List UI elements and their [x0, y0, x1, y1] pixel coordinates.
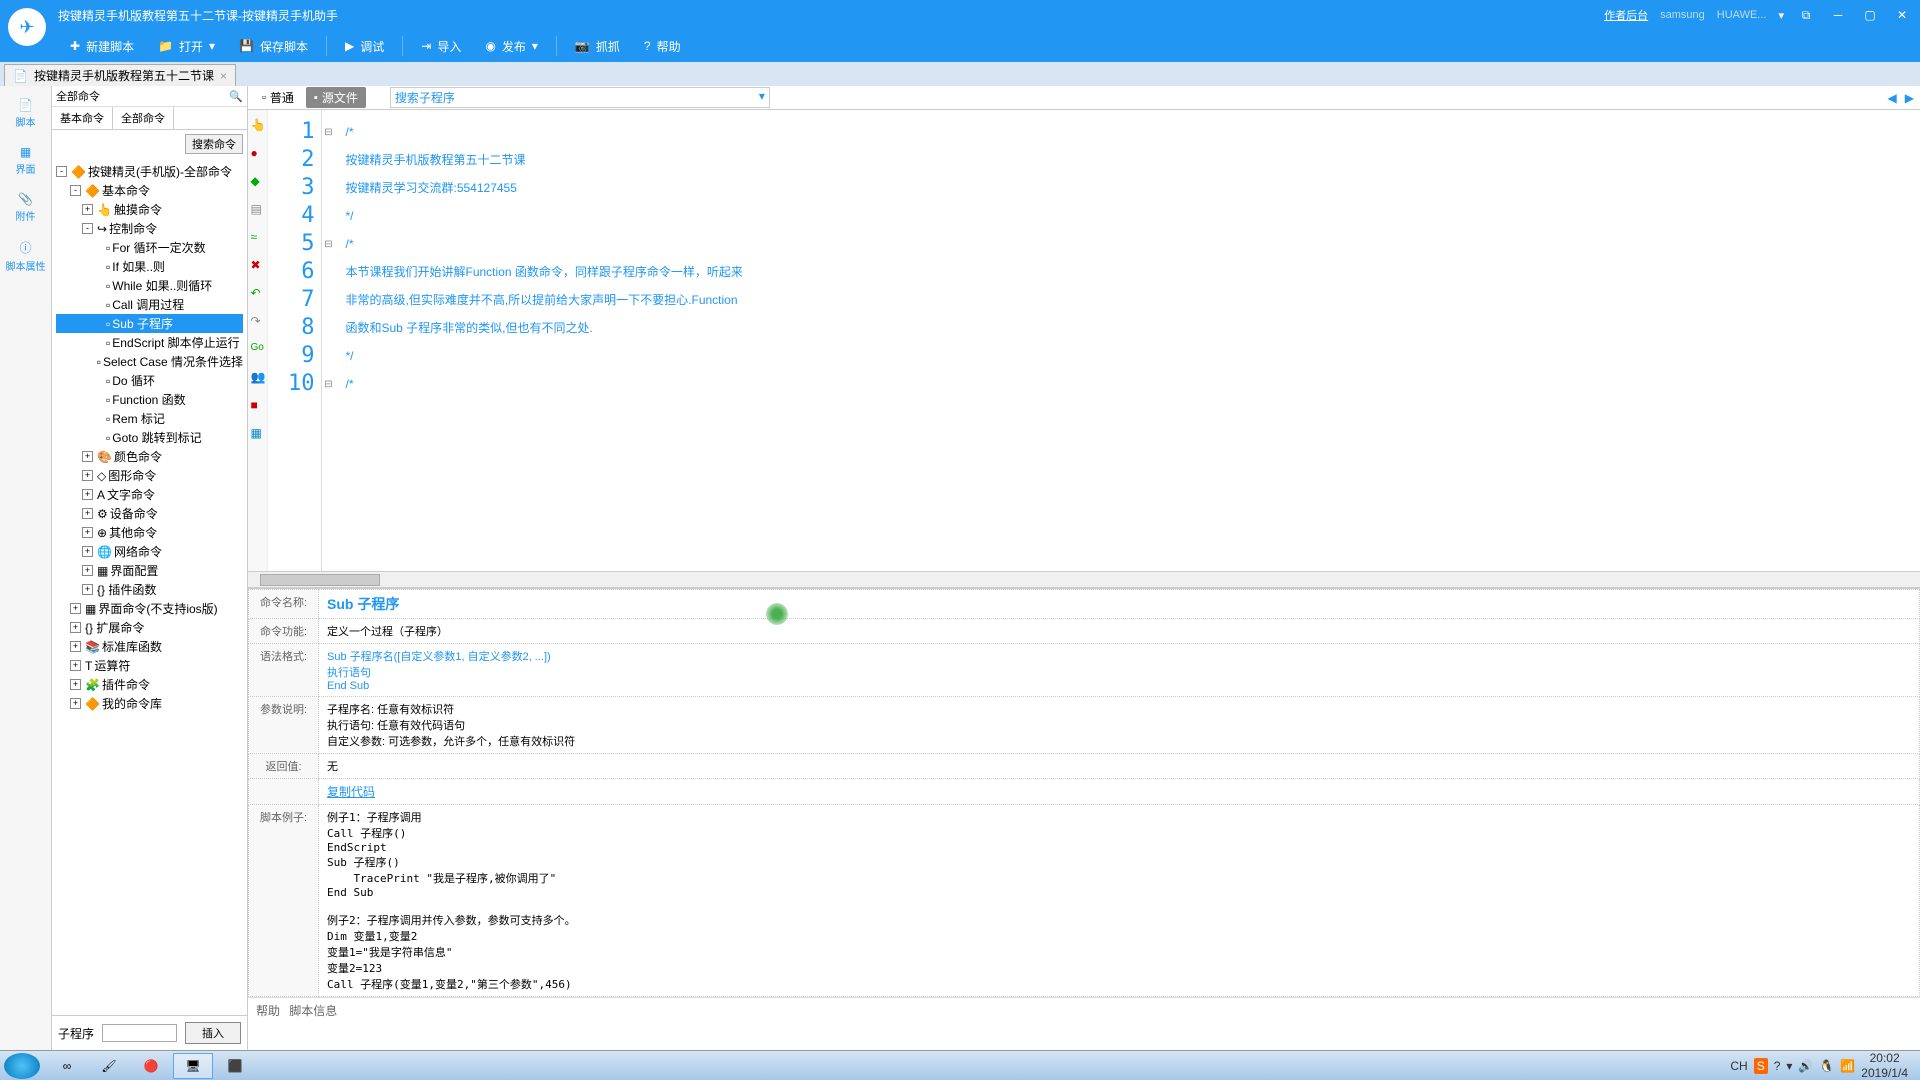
author-link[interactable]: 作者后台: [1604, 7, 1648, 23]
gutter-tool-10[interactable]: ■: [251, 398, 265, 412]
line-numbers: 12345678910: [268, 110, 322, 571]
import-button[interactable]: ⇥导入: [411, 34, 471, 59]
plus-icon: ✚: [70, 39, 80, 53]
start-button[interactable]: [4, 1053, 40, 1079]
device-2[interactable]: HUAWE...: [1717, 9, 1767, 21]
gutter-tool-1[interactable]: 👆: [251, 118, 265, 132]
tray-icon-3[interactable]: 🔊: [1798, 1059, 1813, 1073]
tray-s-icon[interactable]: S: [1754, 1058, 1768, 1074]
task-icon-1[interactable]: ∞: [47, 1053, 87, 1079]
gutter-tool-7[interactable]: ↶: [251, 286, 265, 300]
nav-prev-icon[interactable]: ◀: [1888, 91, 1897, 105]
ui-icon: ▦: [20, 145, 31, 159]
sub-name-input[interactable]: [102, 1024, 177, 1042]
publish-button[interactable]: ◉发布▾: [475, 34, 548, 59]
device-dropdown-icon[interactable]: ▾: [1778, 9, 1784, 22]
task-icon-5[interactable]: ⬛: [215, 1053, 255, 1079]
info-scriptinfo-tab[interactable]: 脚本信息: [289, 1004, 337, 1018]
mouse-cursor: [766, 603, 788, 625]
cmd-name: Sub 子程序: [327, 596, 399, 612]
script-icon: 📄: [18, 98, 33, 112]
help-icon: ?: [644, 39, 651, 53]
window-title: 按键精灵手机版教程第五十二节课-按键精灵手机助手: [58, 7, 338, 24]
tab-close-icon[interactable]: ×: [220, 69, 227, 83]
open-button[interactable]: 📁打开▾: [148, 34, 225, 59]
code-editor[interactable]: /* 按键精灵手机版教程第五十二节课 按键精灵学习交流群:554127455 *…: [336, 110, 753, 571]
minimize-button[interactable]: ─: [1828, 5, 1848, 25]
save-button[interactable]: 💾保存脚本: [229, 34, 318, 59]
close-button[interactable]: ✕: [1892, 5, 1912, 25]
tree-sub-selected: ▫Sub 子程序: [56, 314, 243, 333]
info-icon: ⓘ: [19, 239, 31, 256]
gutter-tool-3[interactable]: ◆: [251, 174, 265, 188]
clock[interactable]: 20:022019/1/4: [1861, 1051, 1908, 1080]
save-icon: 💾: [239, 39, 254, 53]
detach-button[interactable]: ⧉: [1796, 5, 1816, 25]
file-tab[interactable]: 📄 按键精灵手机版教程第五十二节课 ×: [4, 64, 236, 86]
publish-icon: ◉: [485, 39, 495, 53]
device-1[interactable]: samsung: [1660, 9, 1705, 21]
sidebar-ui[interactable]: ▦界面: [12, 141, 40, 180]
info-help-tab[interactable]: 帮助: [256, 1004, 280, 1018]
sidebar-props[interactable]: ⓘ脚本属性: [2, 235, 50, 277]
debug-button[interactable]: ▶调试: [335, 34, 394, 59]
footer-label: 子程序: [58, 1025, 94, 1042]
insert-button[interactable]: 插入: [185, 1022, 241, 1044]
attach-icon: 📎: [18, 192, 33, 206]
gutter-tool-4[interactable]: ▤: [251, 202, 265, 216]
gutter-tool-9[interactable]: 👥: [251, 370, 265, 384]
help-button[interactable]: ?帮助: [634, 34, 691, 59]
tray-icon-5[interactable]: 📶: [1840, 1059, 1855, 1073]
gutter-tool-5[interactable]: ≈: [251, 230, 265, 244]
sidebar-script[interactable]: 📄脚本: [12, 94, 40, 133]
nav-next-icon[interactable]: ▶: [1905, 91, 1914, 105]
normal-view-button[interactable]: ▫普通: [254, 87, 302, 108]
new-script-button[interactable]: ✚新建脚本: [60, 34, 144, 59]
play-icon: ▶: [345, 39, 354, 53]
ime-indicator[interactable]: CH: [1730, 1059, 1747, 1073]
h-scrollbar[interactable]: [248, 571, 1920, 587]
search-sub-combo[interactable]: 搜索子程序▾: [390, 87, 770, 108]
camera-icon: 📷: [575, 39, 590, 53]
folder-icon: 📁: [158, 39, 173, 53]
app-logo: ✈: [8, 8, 46, 46]
cmd-panel-title: 全部命令: [56, 88, 100, 104]
fold-column[interactable]: ⊟⊟⊟: [322, 110, 336, 571]
gutter-tool-11[interactable]: ▦: [251, 426, 265, 440]
gutter-tool-go[interactable]: Go: [251, 342, 265, 356]
search-icon[interactable]: 🔍: [229, 90, 243, 103]
task-icon-4[interactable]: 🖥: [173, 1053, 213, 1079]
sidebar-attach[interactable]: 📎附件: [12, 188, 40, 227]
tray-icon-1[interactable]: ?: [1774, 1059, 1781, 1073]
task-icon-3[interactable]: 🔴: [131, 1053, 171, 1079]
command-tree[interactable]: -🔶按键精灵(手机版)-全部命令 -🔶基本命令 +👆触摸命令 -↪控制命令 ▫F…: [52, 158, 247, 1015]
file-icon: 📄: [13, 69, 28, 83]
gutter-tool-8[interactable]: ↷: [251, 314, 265, 328]
source-view-button[interactable]: ▪源文件: [306, 87, 366, 108]
all-cmd-tab[interactable]: 全部命令: [113, 107, 174, 129]
search-cmd-button[interactable]: 搜索命令: [185, 134, 243, 154]
basic-cmd-tab[interactable]: 基本命令: [52, 107, 113, 129]
gutter-tool-2[interactable]: ●: [251, 146, 265, 160]
gutter-tool-6[interactable]: ✖: [251, 258, 265, 272]
tray-icon-2[interactable]: ▾: [1786, 1059, 1792, 1073]
copy-code-link[interactable]: 复制代码: [327, 785, 375, 799]
tray-icon-4[interactable]: 🐧: [1819, 1059, 1834, 1073]
import-icon: ⇥: [421, 39, 431, 53]
task-icon-2[interactable]: 🖌: [89, 1053, 129, 1079]
maximize-button[interactable]: ▢: [1860, 5, 1880, 25]
capture-button[interactable]: 📷抓抓: [565, 34, 630, 59]
